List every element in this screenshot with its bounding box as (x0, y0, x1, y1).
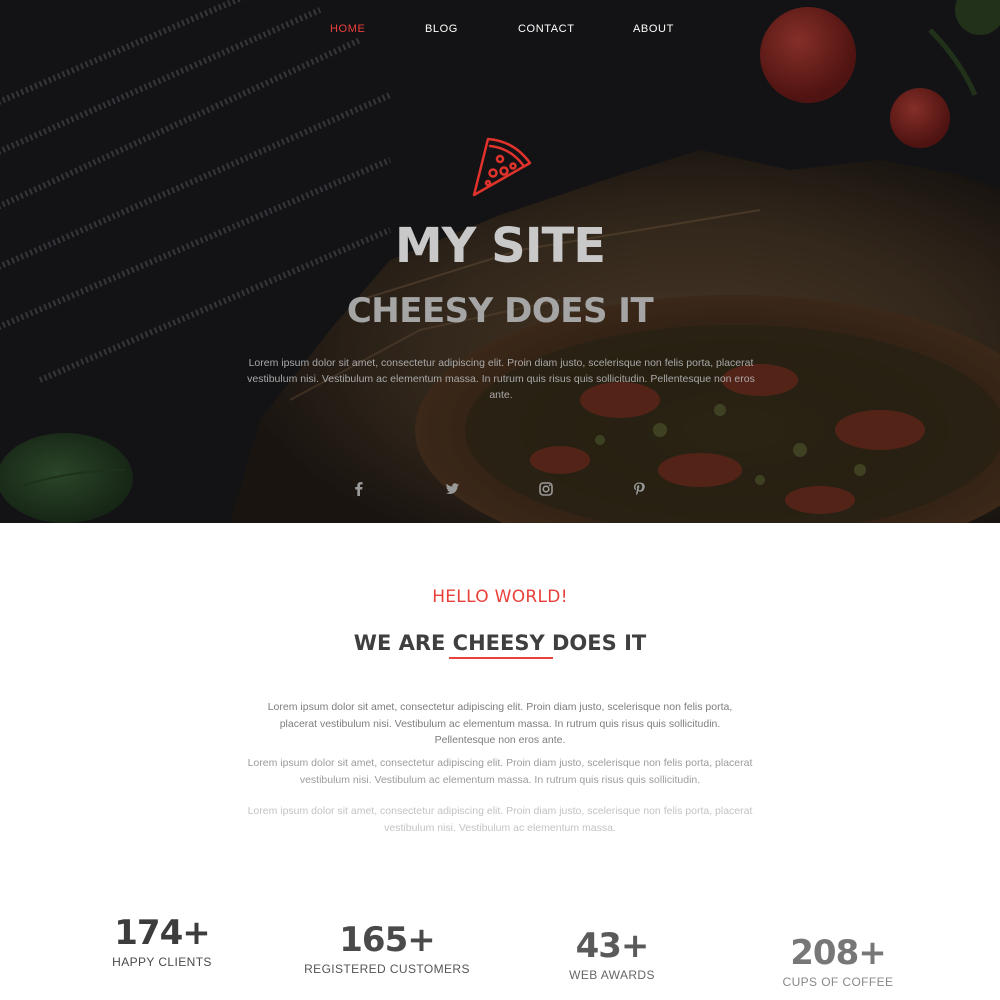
about-heading: WE ARE CHEESY DOES IT (353, 631, 647, 655)
about-paragraph: Lorem ipsum dolor sit amet, consectetur … (247, 805, 753, 834)
stat-label: WEB AWARDS (569, 968, 655, 982)
stat-label: REGISTERED CUSTOMERS (304, 962, 470, 976)
main-nav: HOME BLOG CONTACT ABOUT (0, 0, 1000, 58)
pizza-slice-icon (466, 133, 536, 203)
nav-item-contact[interactable]: CONTACT (518, 23, 575, 35)
stat-registered-customers: 165+ REGISTERED CUSTOMERS (277, 920, 497, 976)
stat-cups-of-coffee: 208+ CUPS OF COFFEE (728, 933, 948, 989)
stat-value: 208+ (790, 933, 886, 973)
pinterest-icon[interactable] (630, 480, 648, 498)
stat-label: HAPPY CLIENTS (112, 955, 212, 969)
stat-value: 174+ (114, 913, 210, 953)
site-subtitle: CHEESY DOES IT (346, 291, 654, 331)
about-paragraph: Lorem ipsum dolor sit amet, consectetur … (247, 757, 753, 786)
about-paragraph: Lorem ipsum dolor sit amet, consectetur … (267, 701, 733, 746)
twitter-icon[interactable] (443, 480, 461, 498)
nav-item-blog[interactable]: BLOG (425, 23, 458, 35)
stat-web-awards: 43+ WEB AWARDS (502, 926, 722, 982)
nav-item-home[interactable]: HOME (330, 23, 365, 35)
instagram-icon[interactable] (537, 480, 555, 498)
stat-value: 43+ (575, 926, 650, 966)
hero-section: HOME BLOG CONTACT ABOUT MY SITE CHEESY D… (0, 0, 1000, 523)
facebook-icon[interactable] (350, 480, 368, 498)
hero-description: Lorem ipsum dolor sit amet, consectetur … (247, 357, 755, 401)
nav-item-about[interactable]: ABOUT (633, 23, 674, 35)
stat-label: CUPS OF COFFEE (782, 975, 894, 989)
heading-underline (449, 657, 553, 659)
stat-happy-clients: 174+ HAPPY CLIENTS (52, 913, 272, 969)
section-kicker: HELLO WORLD! (432, 587, 568, 607)
site-title: MY SITE (394, 218, 606, 274)
stat-value: 165+ (339, 920, 435, 960)
